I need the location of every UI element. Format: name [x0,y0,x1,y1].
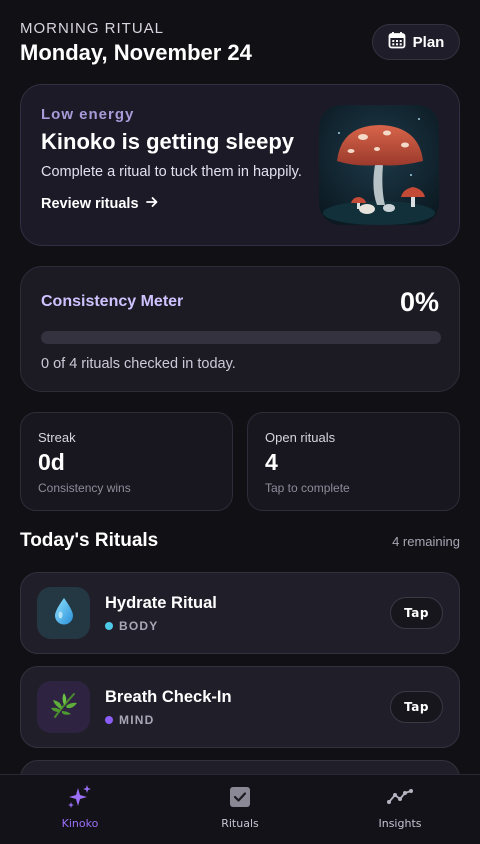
consistency-percent: 0% [399,287,439,317]
tab-kinoko[interactable]: Kinoko [0,775,160,844]
consistency-note: 0 of 4 rituals checked in today. [41,356,236,372]
mood-card: Low energy Kinoko is getting sleepy Comp… [20,84,460,246]
tap-button[interactable]: Tap [390,597,443,629]
bottom-tab-bar: Kinoko Rituals Insights [0,774,480,844]
ritual-category-label: BODY [119,619,159,633]
ritual-item-breath[interactable]: Breath Check-In MIND Tap [20,666,460,748]
checkbox-icon [227,784,253,813]
sparkles-icon [67,784,93,813]
arrow-right-icon [145,195,159,213]
review-rituals-link[interactable]: Review rituals [41,195,159,213]
open-rituals-card[interactable]: Open rituals 4 Tap to complete [247,412,460,511]
energy-tag: Low energy [41,106,135,123]
rituals-section-title: Today's Rituals [20,530,159,551]
ritual-category: MIND [105,713,154,727]
tab-label: Insights [378,817,422,830]
ritual-category: BODY [105,619,158,633]
category-dot [105,716,113,724]
water-drop-icon [53,597,75,630]
ritual-item-hydrate[interactable]: Hydrate Ritual BODY Tap [20,572,460,654]
mushroom-illustration [319,105,439,225]
consistency-meter-label: Consistency Meter [41,293,184,310]
stat-label: Open rituals [265,430,336,445]
tab-rituals[interactable]: Rituals [160,775,320,844]
header: MORNING RITUAL Monday, November 24 Plan [20,20,460,65]
rituals-remaining-count: 4 remaining [392,534,460,549]
tab-label: Kinoko [61,817,99,830]
tap-button[interactable]: Tap [390,691,443,723]
ritual-name: Breath Check-In [105,688,232,706]
ritual-name: Hydrate Ritual [105,594,217,612]
consistency-progress-bar [41,331,441,344]
stat-subtext: Consistency wins [38,481,131,495]
stat-subtext: Tap to complete [265,481,350,495]
consistency-meter-card: Consistency Meter 0% 0 of 4 rituals chec… [20,266,460,392]
plan-button[interactable]: Plan [372,24,460,60]
ritual-category-label: MIND [119,713,155,727]
review-rituals-label: Review rituals [41,196,139,212]
stat-value: 4 [265,449,278,475]
ritual-icon-box [37,681,90,733]
stat-value: 0d [38,449,65,475]
category-dot [105,622,113,630]
mood-subtitle: Complete a ritual to tuck them in happil… [41,164,302,180]
stat-label: Streak [38,430,76,445]
tab-insights[interactable]: Insights [320,775,480,844]
tab-label: Rituals [221,817,259,830]
mood-title: Kinoko is getting sleepy [41,129,295,154]
line-chart-icon [387,784,413,813]
plan-button-label: Plan [412,33,445,51]
herb-leaf-icon [49,690,79,725]
ritual-icon-box [37,587,90,639]
streak-card: Streak 0d Consistency wins [20,412,233,511]
calendar-icon [388,31,406,53]
